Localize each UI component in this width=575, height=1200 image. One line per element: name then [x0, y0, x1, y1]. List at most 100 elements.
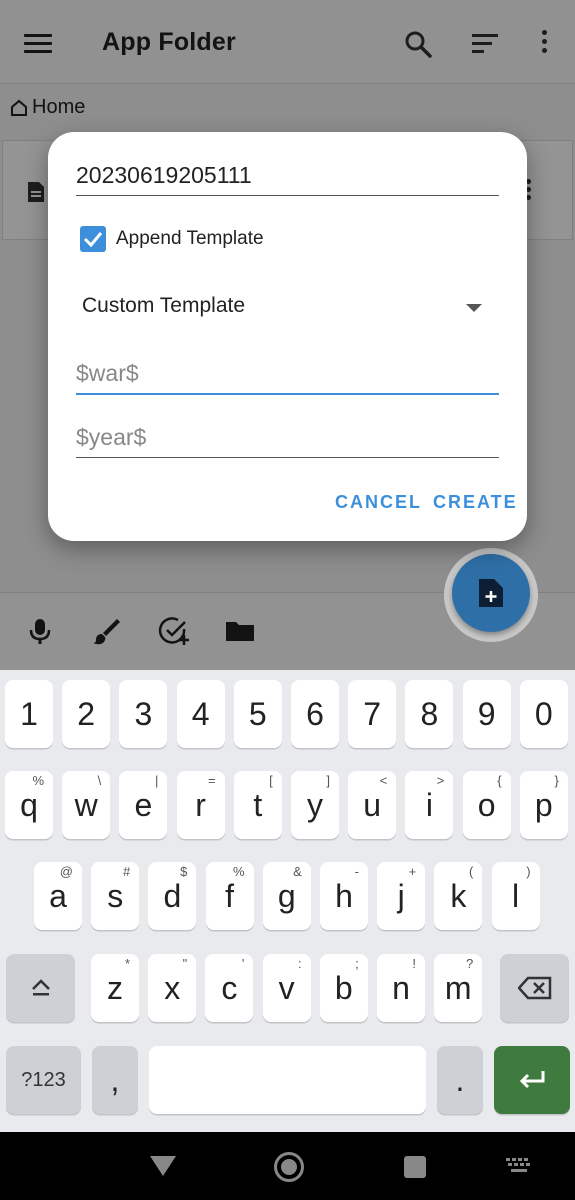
create-note-dialog: 20230619205111 Append Template Custom Te… — [48, 132, 527, 541]
space-key[interactable] — [149, 1046, 426, 1114]
key-label: l — [512, 877, 520, 914]
key-hint: $ — [180, 864, 188, 879]
year-variable-field[interactable]: $year$ — [76, 424, 499, 458]
key-j[interactable]: j + — [377, 862, 426, 930]
key-hint: - — [354, 864, 359, 879]
key-hint: } — [554, 773, 559, 788]
keyboard-switch-icon[interactable] — [506, 1158, 532, 1174]
key-hint: ! — [412, 956, 416, 971]
war-placeholder: $war$ — [76, 360, 139, 386]
key-8[interactable]: 8 — [405, 680, 454, 748]
key-label: f — [225, 877, 235, 914]
key-1[interactable]: 1 — [5, 680, 53, 748]
template-selected-value: Custom Template — [82, 294, 246, 317]
key-label: c — [221, 969, 238, 1006]
append-template-row[interactable]: Append Template — [80, 226, 264, 252]
key-l[interactable]: l) — [491, 862, 540, 930]
key-hint: @ — [59, 864, 73, 879]
key-u[interactable]: u < — [348, 771, 397, 839]
soft-keyboard: ?123 , . 1 2 3 4 5 6 7 8 9 0 q% w \ e | r = t[y] u < i > o{p} a… — [0, 670, 575, 1132]
key-w[interactable]: w \ — [62, 771, 111, 839]
dropdown-arrow-icon — [466, 304, 482, 312]
key-hint: { — [497, 773, 502, 788]
key-hint: [ — [269, 773, 273, 788]
comma-key[interactable]: , — [92, 1046, 138, 1114]
symbols-key[interactable]: ?123 — [6, 1046, 81, 1114]
key-7[interactable]: 7 — [348, 680, 397, 748]
key-label: s — [107, 877, 124, 914]
template-dropdown[interactable]: Custom Template — [82, 294, 482, 324]
key-label: t — [253, 786, 263, 823]
key-b[interactable]: b; — [319, 954, 368, 1022]
key-label: x — [164, 969, 181, 1006]
key-label: w — [74, 786, 98, 823]
war-variable-field[interactable]: $war$ — [76, 360, 499, 395]
key-hint: ) — [526, 864, 531, 879]
key-label: y — [307, 786, 323, 823]
key-label: a — [49, 877, 67, 914]
key-t[interactable]: t[ — [233, 771, 282, 839]
key-o[interactable]: o{ — [462, 771, 511, 839]
key-hint: ' — [241, 956, 245, 971]
enter-key[interactable] — [494, 1046, 570, 1114]
key-d[interactable]: d $ — [148, 862, 197, 930]
key-r[interactable]: r = — [176, 771, 225, 839]
key-label: z — [107, 969, 123, 1006]
cancel-button[interactable]: CANCEL — [335, 492, 422, 513]
key-2[interactable]: 2 — [62, 680, 111, 748]
key-label: 0 — [534, 695, 553, 732]
key-s[interactable]: s # — [91, 862, 140, 930]
append-template-checkbox[interactable] — [80, 226, 106, 252]
key-3[interactable]: 3 — [119, 680, 168, 748]
key-label: 6 — [306, 695, 324, 732]
key-v[interactable]: v: — [262, 954, 311, 1022]
key-label: g — [277, 877, 296, 914]
key-hint: = — [208, 773, 216, 788]
key-e[interactable]: e | — [119, 771, 168, 839]
check-icon — [83, 232, 103, 248]
key-hint: + — [408, 864, 417, 879]
key-hint: : — [297, 956, 302, 971]
key-g[interactable]: g & — [262, 862, 311, 930]
key-label: p — [534, 786, 553, 823]
key-k[interactable]: k( — [434, 862, 483, 930]
back-icon[interactable] — [150, 1156, 176, 1176]
key-c[interactable]: c ' — [205, 954, 254, 1022]
key-4[interactable]: 4 — [176, 680, 225, 748]
key-x[interactable]: x " — [148, 954, 197, 1022]
key-y[interactable]: y] — [291, 771, 339, 839]
key-hint: # — [122, 864, 131, 879]
key-label: o — [477, 786, 496, 823]
key-hint: | — [155, 773, 159, 788]
backspace-key[interactable] — [500, 954, 569, 1022]
key-5[interactable]: 5 — [233, 680, 282, 748]
key-h[interactable]: h- — [320, 862, 368, 930]
key-hint: < — [379, 773, 388, 788]
key-m[interactable]: m? — [434, 954, 483, 1022]
key-0[interactable]: 0 — [519, 680, 568, 748]
period-key[interactable]: . — [437, 1046, 483, 1114]
key-label: u — [363, 786, 382, 823]
key-6[interactable]: 6 — [291, 680, 339, 748]
home-nav-icon[interactable] — [274, 1152, 304, 1182]
shift-key[interactable] — [6, 954, 75, 1022]
key-q[interactable]: q% — [5, 771, 53, 839]
key-f[interactable]: f% — [205, 862, 254, 930]
recents-icon[interactable] — [404, 1156, 426, 1178]
add-note-icon — [479, 579, 503, 607]
create-button[interactable]: CREATE — [433, 492, 518, 513]
key-z[interactable]: z * — [91, 954, 139, 1022]
add-note-fab[interactable] — [452, 554, 530, 632]
key-p[interactable]: p} — [519, 771, 568, 839]
key-label: r — [195, 786, 206, 823]
key-label: i — [425, 786, 433, 823]
key-9[interactable]: 9 — [462, 680, 511, 748]
key-hint: ? — [465, 956, 474, 971]
key-hint: ] — [326, 773, 330, 788]
key-i[interactable]: i > — [405, 771, 454, 839]
key-label: m — [444, 969, 472, 1006]
key-a[interactable]: a @ — [34, 862, 82, 930]
note-name-field[interactable]: 20230619205111 — [76, 162, 499, 196]
key-n[interactable]: n! — [377, 954, 425, 1022]
shift-icon — [31, 979, 50, 996]
